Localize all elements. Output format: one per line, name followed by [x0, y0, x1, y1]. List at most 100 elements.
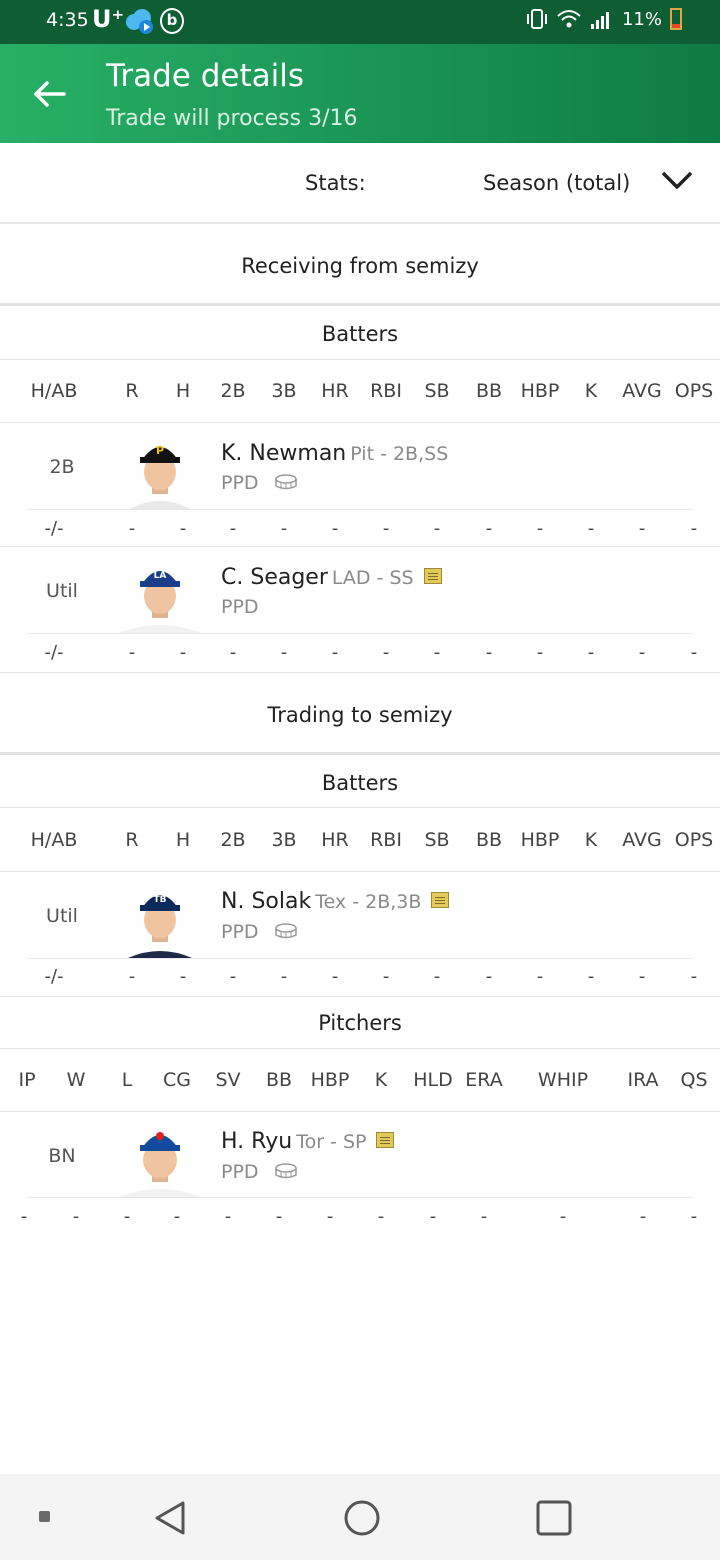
stadium-icon: [274, 1162, 297, 1178]
col-bb: BB: [475, 380, 503, 402]
col-hbp: HBP: [310, 1069, 350, 1091]
carrier-label: U⁺: [92, 5, 125, 33]
col-r: R: [125, 380, 139, 402]
stat-rbi: -: [382, 518, 390, 539]
col-r: R: [125, 829, 139, 851]
chevron-down-icon[interactable]: [660, 169, 694, 191]
wifi-icon: [557, 10, 581, 28]
player-name-line: C. Seager LAD - SS: [221, 565, 442, 590]
recents-icon[interactable]: [38, 1510, 52, 1524]
stat-sb: -: [433, 966, 441, 987]
stat-2b: -: [229, 966, 237, 987]
stat-ops: -: [690, 642, 698, 663]
arrow-left-icon[interactable]: [30, 74, 70, 114]
col-hld: HLD: [413, 1069, 453, 1091]
player-name[interactable]: H. Ryu: [221, 1129, 292, 1154]
col-l: L: [121, 1069, 133, 1091]
col-whip: WHIP: [537, 1069, 589, 1091]
col-w: W: [66, 1069, 86, 1091]
col-hbp: HBP: [520, 380, 560, 402]
player-photo: P: [128, 444, 192, 510]
col-3b: 3B: [271, 829, 297, 851]
stat-2b: -: [229, 518, 237, 539]
back-triangle-icon[interactable]: [150, 1498, 190, 1538]
stat-sb: -: [433, 518, 441, 539]
col-rbi: RBI: [370, 829, 402, 851]
col-avg: AVG: [622, 380, 662, 402]
player-team-position: Tor - SP: [296, 1131, 367, 1153]
stats-dropdown-value[interactable]: Season (total): [483, 171, 630, 195]
player-name[interactable]: N. Solak: [221, 889, 311, 914]
note-icon[interactable]: [376, 1132, 395, 1148]
player-photo: LA: [116, 571, 204, 634]
player-name-line: H. Ryu Tor - SP: [221, 1129, 395, 1154]
stat-3b: -: [280, 518, 288, 539]
col-h: H: [175, 380, 191, 402]
stat-avg: -: [638, 518, 646, 539]
stat-hbp: -: [536, 966, 544, 987]
stat-k: -: [377, 1206, 385, 1227]
stat-k: -: [587, 966, 595, 987]
game-status: PPD: [221, 921, 259, 943]
stat-qs: -: [690, 1206, 698, 1227]
stat-rbi: -: [382, 966, 390, 987]
trading-batters-title: Batters: [321, 771, 399, 795]
receiving-title: Receiving from semizy: [241, 254, 479, 278]
col-hbp: HBP: [520, 829, 560, 851]
divider: [0, 422, 720, 423]
stat-bb: -: [275, 1206, 283, 1227]
stat-bb: -: [485, 518, 493, 539]
stats-selector[interactable]: Stats: Season (total): [0, 143, 720, 224]
divider: [0, 996, 720, 997]
stat-sv: -: [224, 1206, 232, 1227]
stat-avg: -: [638, 966, 646, 987]
status-bar: 4:35 U⁺ b 11%: [0, 0, 720, 44]
divider: [0, 1111, 720, 1112]
stat-h-ab: -/-: [44, 642, 64, 663]
roster-position: BN: [48, 1145, 76, 1167]
stat-rbi: -: [382, 642, 390, 663]
app-bar: Trade details Trade will process 3/16: [0, 44, 720, 143]
player-team-position: Tex - 2B,3B: [315, 891, 422, 913]
stat-ira: -: [639, 1206, 647, 1227]
col-hr: HR: [321, 829, 349, 851]
player-name[interactable]: C. Seager: [221, 565, 328, 590]
divider: [0, 359, 720, 360]
stat-r: -: [128, 518, 136, 539]
stat-hbp: -: [536, 642, 544, 663]
player-stat-row: -/- - - - - - - - - - - - -: [0, 518, 720, 544]
col-sb: SB: [424, 380, 450, 402]
player-status-line: PPD: [221, 1161, 297, 1183]
stat-hbp: -: [326, 1206, 334, 1227]
player-photo: [116, 1132, 204, 1198]
pitcher-column-header: IP W L CG SV BB HBP K HLD ERA WHIP IRA Q…: [0, 1069, 720, 1099]
stat-h: -: [179, 642, 187, 663]
player-name-line: K. Newman Pit - 2B,SS: [221, 441, 448, 466]
game-status: PPD: [221, 596, 259, 618]
overview-square-icon[interactable]: [534, 1498, 574, 1538]
divider: [28, 1197, 692, 1198]
home-circle-icon[interactable]: [342, 1498, 382, 1538]
stat-era: -: [480, 1206, 488, 1227]
col-2b: 2B: [220, 380, 246, 402]
stat-2b: -: [229, 642, 237, 663]
divider: [28, 958, 692, 959]
battery-percent: 11%: [621, 8, 662, 30]
col-h: H: [175, 829, 191, 851]
trading-title: Trading to semizy: [267, 703, 453, 727]
player-status-line: PPD: [221, 921, 297, 943]
divider: [28, 633, 692, 634]
stat-w: -: [72, 1206, 80, 1227]
player-name[interactable]: K. Newman: [221, 441, 346, 466]
batter-column-header: H/AB R H 2B 3B HR RBI SB BB HBP K AVG OP…: [0, 380, 720, 410]
col-ops: OPS: [674, 380, 714, 402]
stat-bb: -: [485, 966, 493, 987]
note-icon[interactable]: [423, 568, 442, 584]
col-bb: BB: [265, 1069, 293, 1091]
col-cg: CG: [163, 1069, 191, 1091]
col-3b: 3B: [271, 380, 297, 402]
col-rbi: RBI: [370, 380, 402, 402]
divider: [0, 1048, 720, 1049]
note-icon[interactable]: [431, 892, 450, 908]
stat-h: -: [179, 966, 187, 987]
